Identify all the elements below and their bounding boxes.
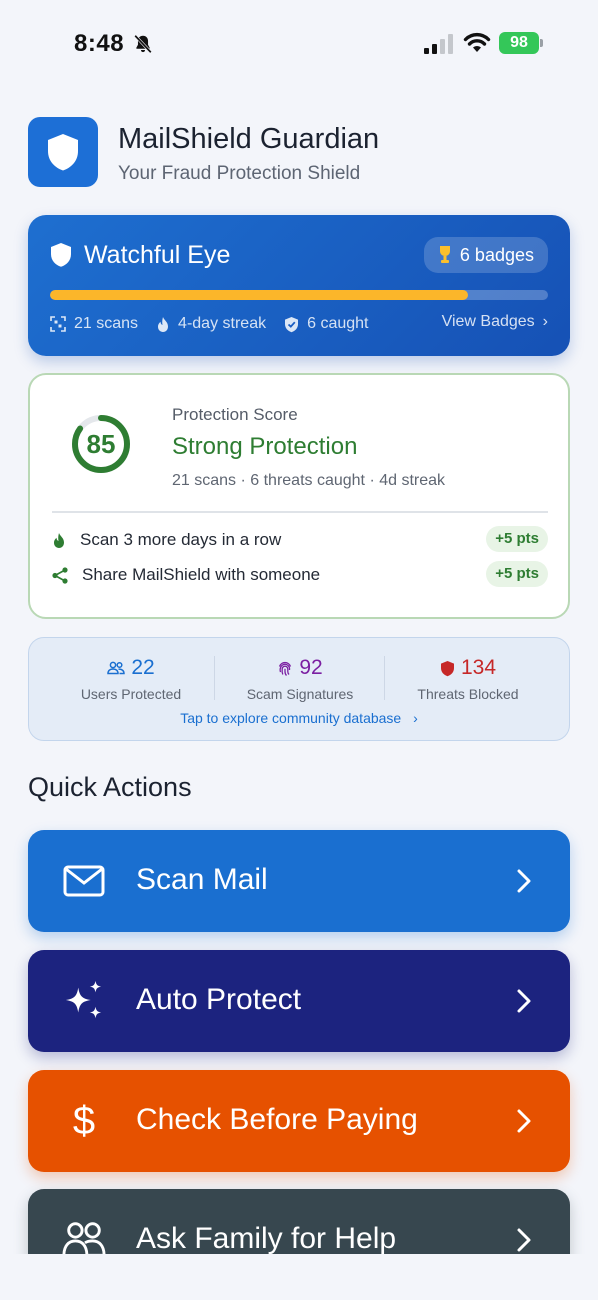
scans-count: 21 scans: [74, 315, 139, 332]
quick-actions-heading: Quick Actions: [28, 772, 192, 802]
caught-stat: 6 caught: [284, 315, 368, 333]
score-value: 85: [86, 429, 116, 459]
dollar-icon: $: [72, 1098, 96, 1143]
streak-stat: 4-day streak: [156, 315, 266, 333]
flame-icon: [54, 532, 64, 548]
app-logo: [28, 117, 98, 187]
scans-stat: 21 scans: [50, 315, 138, 333]
fingerprint-icon: [279, 661, 292, 676]
chevron-right-icon: [517, 989, 531, 1013]
divider: [52, 511, 548, 513]
chevron-right-icon: ›: [542, 313, 548, 330]
chevron-right-icon: [517, 1228, 531, 1252]
badges-count: 6 badges: [459, 244, 534, 265]
task-points-badge: +5 pts: [486, 526, 548, 552]
action-label: Auto Protect: [136, 983, 302, 1016]
scroll-content[interactable]: MailShield Guardian Your Fraud Protectio…: [0, 88, 598, 1254]
cellular-signal-icon: [424, 34, 453, 54]
scan-mail-button[interactable]: Scan Mail: [28, 830, 570, 932]
explore-community-link[interactable]: Tap to explore community database ›: [29, 710, 569, 726]
threats-blocked-value: 134: [460, 656, 497, 679]
flame-icon: [158, 316, 169, 332]
score-status: Strong Protection: [172, 433, 358, 460]
bell-muted-icon: [134, 34, 152, 54]
users-protected-label: Users Protected: [80, 686, 182, 702]
chevron-right-icon: [517, 869, 531, 893]
task-points-badge: +5 pts: [486, 561, 548, 587]
shield-check-icon: [285, 316, 299, 332]
chevron-right-icon: ›: [413, 710, 418, 726]
threats-blocked-label: Threats Blocked: [417, 686, 519, 702]
family-icon: [62, 1220, 106, 1254]
ask-family-button[interactable]: Ask Family for Help: [28, 1189, 570, 1254]
scam-signatures-stat: 92 Scam Signatures: [215, 654, 385, 702]
status-bar: 8:48 98: [0, 0, 598, 88]
task-share[interactable]: Share MailShield with someone +5 pts: [52, 561, 548, 589]
mail-icon: [62, 861, 106, 901]
scam-signatures-label: Scam Signatures: [246, 686, 354, 702]
sparkles-icon: [62, 980, 106, 1021]
level-title-row: Watchful Eye: [50, 239, 230, 271]
shield-icon: [48, 134, 78, 171]
explore-community-label: Tap to explore community database: [180, 710, 402, 726]
view-badges-link[interactable]: View Badges ›: [442, 313, 548, 331]
battery-indicator: 98: [499, 32, 543, 54]
scam-signatures-value: 92: [299, 656, 323, 679]
check-before-paying-button[interactable]: $ Check Before Paying: [28, 1070, 570, 1172]
qr-scan-icon: [50, 316, 66, 332]
caught-count: 6 caught: [307, 315, 369, 332]
level-card[interactable]: Watchful Eye 6 badges 21 scans 4-day str…: [28, 215, 570, 356]
action-label: Ask Family for Help: [136, 1222, 397, 1254]
streak-count: 4-day streak: [178, 315, 267, 332]
app-header: MailShield Guardian Your Fraud Protectio…: [28, 117, 570, 189]
threats-blocked-stat: 134 Threats Blocked: [383, 654, 553, 702]
community-stats-card[interactable]: 22 Users Protected 92 Scam Signatures 13…: [28, 637, 570, 741]
app-subtitle: Your Fraud Protection Shield: [118, 163, 361, 184]
level-progress-bar: [50, 290, 548, 300]
score-summary: 21 scans · 6 threats caught · 4d streak: [172, 472, 446, 489]
trophy-icon: [439, 246, 450, 263]
protection-score-card[interactable]: 85 Protection Score Strong Protection 21…: [28, 373, 570, 619]
shield-icon: [440, 660, 454, 676]
level-title: Watchful Eye: [84, 240, 231, 269]
chevron-right-icon: [517, 1109, 531, 1133]
level-progress-fill: [50, 290, 469, 300]
task-scan-streak[interactable]: Scan 3 more days in a row +5 pts: [52, 526, 548, 554]
status-time: 8:48: [74, 30, 125, 57]
app-title: MailShield Guardian: [118, 123, 380, 155]
battery-tip: [540, 39, 543, 47]
task-text: Scan 3 more days in a row: [80, 530, 282, 549]
users-icon: [107, 661, 126, 675]
action-label: Scan Mail: [136, 863, 268, 896]
battery-level: 98: [499, 32, 539, 54]
auto-protect-button[interactable]: Auto Protect: [28, 950, 570, 1052]
level-stats-row: 21 scans 4-day streak 6 caught View Badg…: [50, 313, 548, 335]
share-icon: [52, 566, 68, 584]
users-protected-stat: 22 Users Protected: [46, 654, 216, 702]
badges-count-pill[interactable]: 6 badges: [423, 237, 548, 273]
users-protected-value: 22: [131, 656, 155, 679]
wifi-icon: [463, 32, 491, 52]
score-label: Protection Score: [172, 405, 298, 424]
view-badges-label: View Badges: [441, 313, 535, 330]
action-label: Check Before Paying: [136, 1103, 418, 1136]
task-text: Share MailShield with someone: [82, 565, 321, 584]
shield-icon: [51, 243, 71, 267]
